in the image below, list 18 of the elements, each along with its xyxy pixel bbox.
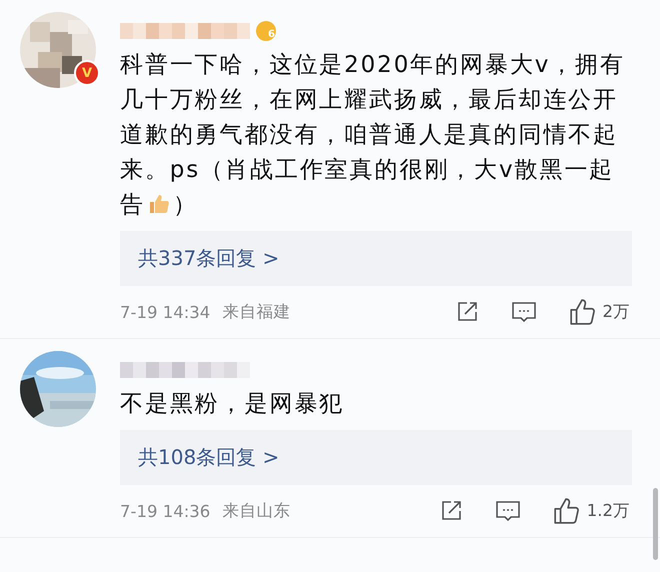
comment-text: 不是黑粉，是网暴犯: [120, 390, 346, 419]
replies-link[interactable]: 共337条回复 >: [120, 231, 632, 286]
thumbs-up-icon[interactable]: [568, 298, 596, 326]
like-count: 2万: [602, 301, 630, 323]
like-count: 1.2万: [586, 500, 630, 522]
comment-text-end: ）: [172, 192, 198, 218]
replies-link[interactable]: 共108条回复 >: [120, 430, 632, 485]
comment-icon[interactable]: [494, 499, 521, 523]
thumbs-up-icon[interactable]: [552, 497, 581, 525]
timestamp: 7-19 14:36: [120, 502, 210, 520]
comment-icon[interactable]: [510, 300, 536, 324]
level-badge: 6: [256, 21, 276, 41]
verified-badge: V: [74, 60, 100, 86]
scrollbar[interactable]: [653, 488, 658, 560]
timestamp: 7-19 14:34: [120, 302, 210, 322]
location: 来自福建: [222, 301, 290, 323]
comment-text: 科普一下哈，这位是2020年的网暴大v，拥有几十万粉丝，在网上耀武扬威，最后却连公开道歉的勇气都没有，咱普通人是真的同情不起来。ps（肖战工作室真的很刚，大v散黑一起告 ）: [120, 51, 626, 220]
location: 来自山东: [222, 500, 290, 522]
